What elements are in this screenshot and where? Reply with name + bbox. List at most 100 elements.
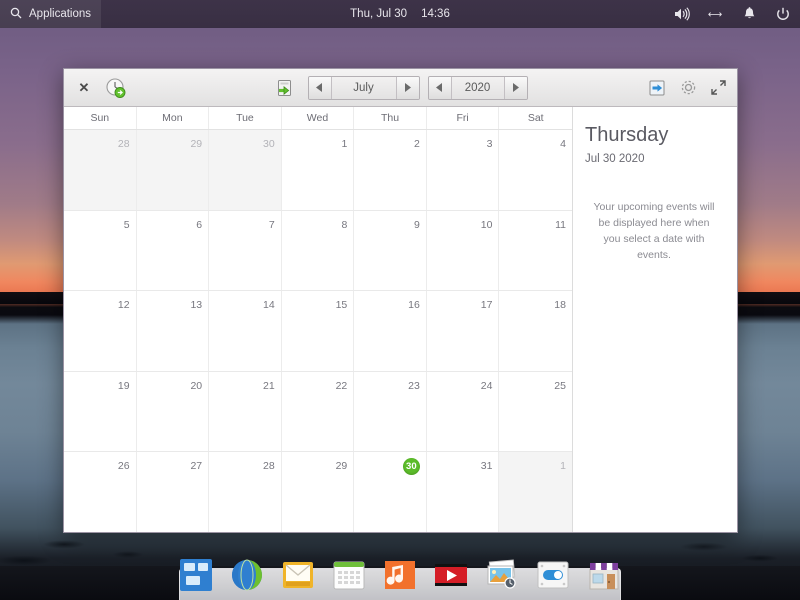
calendar-day-cell[interactable]: 2: [354, 130, 427, 210]
calendar-day-number: 18: [554, 299, 566, 312]
calendar-day-number: 27: [190, 460, 203, 473]
calendar-day-cell[interactable]: 12: [64, 291, 137, 371]
calendar-day-cell[interactable]: 22: [282, 371, 355, 452]
calendar-day-cell[interactable]: 20: [137, 371, 210, 452]
dock-icon-mail[interactable]: [279, 556, 317, 594]
dock-icon-video[interactable]: [432, 556, 470, 594]
calendar-day-cell[interactable]: 29: [136, 130, 210, 210]
year-value[interactable]: 2020: [450, 76, 505, 99]
calendar-day-cell-today[interactable]: 30: [354, 452, 427, 532]
calendar-day-number: 1: [341, 138, 348, 150]
fullscreen-expand-icon[interactable]: [710, 79, 727, 96]
calendar-day-number: 28: [117, 138, 130, 150]
month-value[interactable]: July: [330, 76, 397, 99]
calendar-day-cell[interactable]: 3: [427, 130, 500, 210]
day-header-sun: Sun: [64, 107, 137, 129]
calendar-day-cell[interactable]: 9: [354, 210, 427, 291]
calendar-day-number: 19: [117, 379, 130, 392]
export-calendar-icon[interactable]: [647, 78, 667, 98]
month-spinner: July: [307, 75, 420, 100]
previous-month-button[interactable]: [308, 76, 331, 99]
calendar-day-cell[interactable]: 31: [427, 452, 500, 532]
calendar-day-cell[interactable]: 14: [209, 291, 282, 371]
panel-date: Thu, Jul 30: [350, 8, 408, 20]
calendar-weeks: 28 29 30 1 2 3 4 5 6 7 8 9 10 11 12 13 14 15 16 17 18 19 20 21 2…: [64, 130, 572, 532]
day-header-fri: Fri: [427, 107, 500, 129]
calendar-day-cell[interactable]: 16: [354, 291, 427, 371]
calendar-day-cell[interactable]: 5: [64, 210, 137, 291]
dock-items: [177, 556, 623, 594]
dock-icon-photos[interactable]: [483, 556, 521, 594]
calendar-day-number: 8: [341, 218, 348, 231]
calendar-day-number: 26: [117, 460, 130, 473]
day-header-wed: Wed: [282, 107, 355, 129]
calendar-day-number: 30: [402, 458, 420, 476]
calendar-day-number: 4: [560, 138, 566, 150]
calendar-day-number: 6: [196, 218, 203, 231]
dock-icon-software-store[interactable]: [585, 556, 623, 594]
day-header-sat: Sat: [527, 112, 544, 124]
calendar-day-cell[interactable]: 7: [209, 210, 282, 291]
calendar-day-cell[interactable]: 11: [499, 211, 572, 291]
calendar-day-cell[interactable]: 18: [499, 291, 572, 371]
calendar-week-row: 12 13 14 15 16 17 18: [64, 291, 572, 372]
calendar-day-cell[interactable]: 25: [499, 372, 572, 452]
applications-menu-button[interactable]: Applications: [0, 0, 102, 28]
calendar-day-number: 22: [335, 379, 348, 392]
calendar-day-number: 10: [480, 218, 493, 231]
previous-year-button[interactable]: [428, 76, 451, 99]
calendar-day-number: 20: [190, 379, 203, 392]
calendar-window-body: Sun Mon Tue Wed Thu Fri Sat 28 29 30 1 2 3 4 5 6 7 8 9 10 1…: [64, 107, 737, 532]
calendar-day-cell[interactable]: 13: [137, 291, 210, 371]
calendar-day-cell[interactable]: 21: [209, 371, 282, 452]
calendar-day-number: 15: [335, 299, 348, 312]
day-of-week-header-row: Sun Mon Tue Wed Thu Fri Sat: [64, 107, 572, 130]
calendar-day-cell[interactable]: 27: [137, 452, 210, 532]
sidebar-empty-message: Your upcoming events will be displayed h…: [593, 201, 715, 261]
year-spinner: 2020: [427, 75, 528, 100]
calendar-day-cell[interactable]: 19: [64, 371, 137, 452]
system-tray: ⟷: [672, 5, 792, 23]
calendar-day-cell[interactable]: 29: [282, 452, 355, 532]
applications-menu-label: Applications: [29, 8, 92, 20]
calendar-day-cell[interactable]: 15: [282, 291, 355, 371]
day-header-mon: Mon: [137, 107, 210, 129]
calendar-day-cell[interactable]: 28: [64, 130, 137, 210]
next-year-button[interactable]: [504, 76, 527, 99]
calendar-day-cell[interactable]: 4: [499, 130, 572, 210]
calendar-day-cell[interactable]: 6: [137, 210, 210, 291]
dock-icon-music[interactable]: [381, 556, 419, 594]
calendar-day-cell[interactable]: 30: [209, 130, 282, 210]
calendar-day-cell[interactable]: 1: [282, 130, 355, 210]
calendar-day-number: 1: [560, 460, 566, 473]
next-month-button[interactable]: [396, 76, 419, 99]
calendar-day-cell[interactable]: 23: [354, 371, 427, 452]
calendar-day-cell[interactable]: 10: [427, 210, 500, 291]
gear-icon[interactable]: [679, 78, 698, 97]
calendar-day-cell[interactable]: 17: [427, 291, 500, 371]
calendar-week-row: 19 20 21 22 23 24 25: [64, 371, 572, 453]
calendar-day-cell[interactable]: 8: [282, 210, 355, 291]
panel-clock[interactable]: Thu, Jul 30 14:36: [350, 8, 450, 20]
calendar-sidebar: Thursday Jul 30 2020 Your upcoming event…: [573, 107, 737, 532]
volume-icon[interactable]: [672, 5, 690, 23]
import-calendar-icon[interactable]: [274, 77, 296, 99]
calendar-day-cell[interactable]: 1: [499, 452, 572, 532]
calendar-day-cell[interactable]: 28: [209, 452, 282, 532]
svg-text:⟷: ⟷: [708, 10, 722, 21]
calendar-day-cell[interactable]: 26: [64, 452, 137, 532]
toolbar-right-actions: [647, 78, 727, 98]
close-window-button[interactable]: ✕: [74, 78, 94, 98]
dock-icon-windows-apps[interactable]: [177, 556, 215, 594]
power-icon[interactable]: [774, 5, 792, 23]
month-year-navigation: July 2020: [274, 75, 528, 100]
calendar-day-cell[interactable]: 24: [427, 371, 500, 452]
calendar-day-number: 21: [263, 379, 275, 392]
dock-icon-settings[interactable]: [534, 556, 572, 594]
network-icon[interactable]: ⟷: [706, 5, 724, 23]
dock-icon-calendar[interactable]: [330, 556, 368, 594]
calendar-day-number: 30: [263, 138, 275, 150]
notifications-bell-icon[interactable]: [740, 5, 758, 23]
dock-icon-web-browser[interactable]: [228, 556, 266, 594]
go-to-today-button[interactable]: [104, 76, 128, 100]
